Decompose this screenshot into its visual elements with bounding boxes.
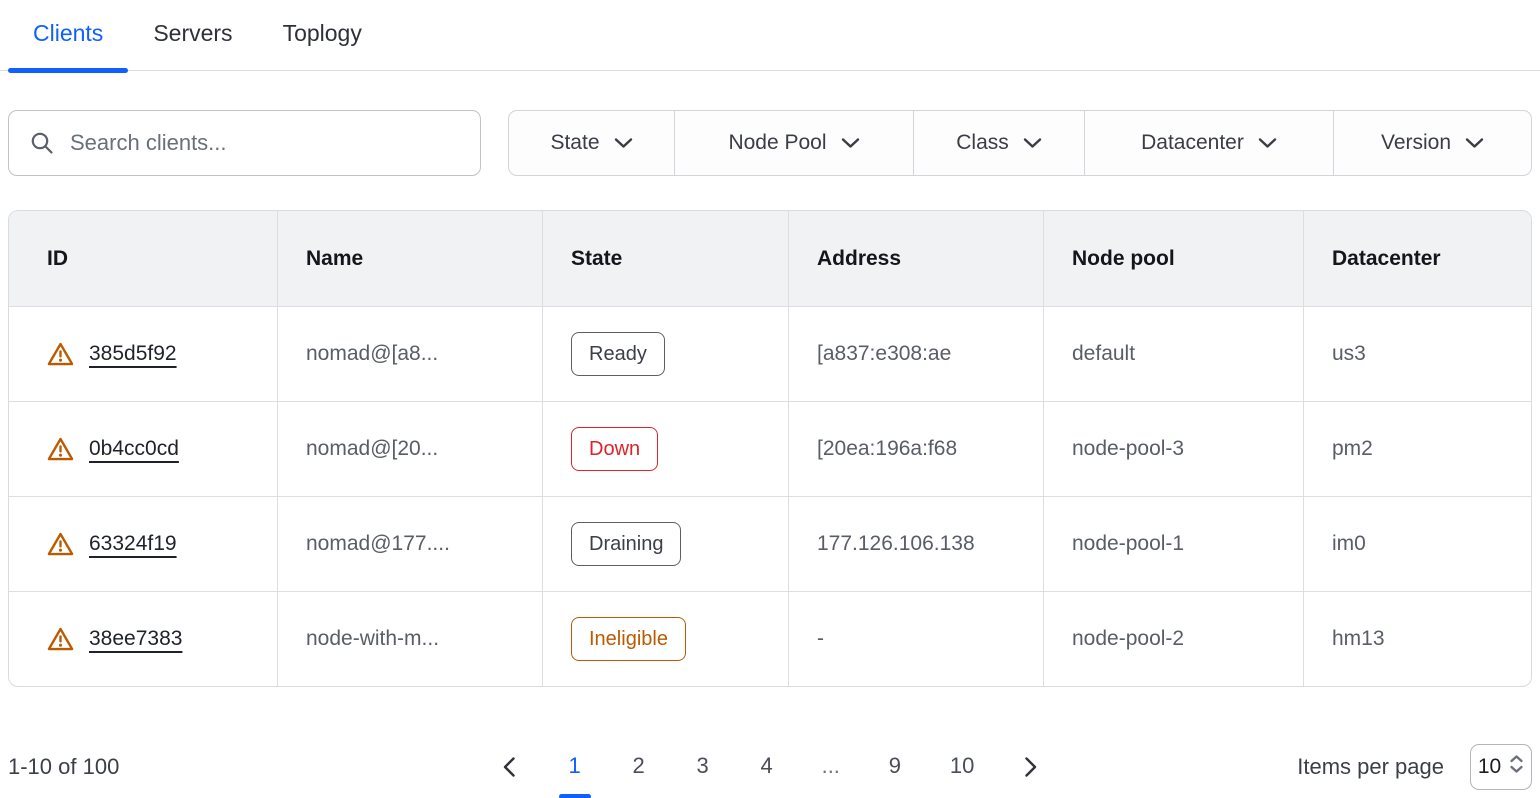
state-badge: Ready [571,332,665,376]
items-per-page-value: 10 [1478,755,1501,779]
node-pool-cell: node-pool-2 [1044,592,1304,686]
warning-triangle-icon [47,341,74,367]
items-per-page-label: Items per page [1297,754,1444,780]
state-badge: Draining [571,522,681,566]
table-row[interactable]: 38ee7383 node-with-m... Ineligible - nod… [9,591,1531,686]
column-header-datacenter[interactable]: Datacenter [1304,211,1531,306]
id-cell: 0b4cc0cd [9,402,278,496]
tab-servers[interactable]: Servers [128,0,257,70]
page-button-9[interactable]: 9 [886,753,904,781]
client-id-link[interactable]: 0b4cc0cd [89,437,179,461]
items-per-page-select[interactable]: 10 [1470,744,1532,790]
tab-bar: Clients Servers Toplogy [0,0,1540,71]
filter-version-label: Version [1381,131,1451,155]
clients-table: ID Name State Address Node pool Datacent… [8,210,1532,687]
client-id-link[interactable]: 385d5f92 [89,342,177,366]
chevron-down-icon [614,131,633,155]
page-button-10[interactable]: 10 [950,753,974,781]
state-cell: Down [543,402,789,496]
name-cell: nomad@[20... [278,402,543,496]
column-header-node-pool[interactable]: Node pool [1044,211,1304,306]
node-pool-cell: node-pool-3 [1044,402,1304,496]
warning-triangle-icon [47,531,74,557]
tab-topology[interactable]: Toplogy [258,0,387,70]
datacenter-cell: us3 [1304,307,1531,401]
datacenter-cell: pm2 [1304,402,1531,496]
page-button-4[interactable]: 4 [758,753,776,781]
table-row[interactable]: 385d5f92 nomad@[a8... Ready [a837:e308:a… [9,306,1531,401]
datacenter-cell: hm13 [1304,592,1531,686]
state-cell: Ready [543,307,789,401]
column-header-address[interactable]: Address [789,211,1044,306]
search-box[interactable] [8,110,481,176]
id-cell: 63324f19 [9,497,278,591]
chevron-down-icon [1258,131,1277,155]
table-row[interactable]: 0b4cc0cd nomad@[20... Down [20ea:196a:f6… [9,401,1531,496]
filter-group: State Node Pool Class Datacenter [508,110,1532,176]
toolbar: State Node Pool Class Datacenter [8,110,1532,176]
name-cell: nomad@[a8... [278,307,543,401]
client-id-link[interactable]: 38ee7383 [89,627,182,651]
table-header-row: ID Name State Address Node pool Datacent… [9,211,1531,306]
column-header-id[interactable]: ID [9,211,278,306]
filter-datacenter-dropdown[interactable]: Datacenter [1085,111,1334,175]
filter-node-pool-label: Node Pool [728,131,826,155]
state-cell: Ineligible [543,592,789,686]
filter-version-dropdown[interactable]: Version [1334,111,1531,175]
warning-triangle-icon [47,626,74,652]
column-header-name[interactable]: Name [278,211,543,306]
pagination-range-label: 1-10 of 100 [8,754,498,780]
warning-triangle-icon [47,436,74,462]
name-cell: node-with-m... [278,592,543,686]
page-button-2[interactable]: 2 [630,753,648,781]
pagination-controls: 1 2 3 4 ... 9 10 [498,752,1043,782]
previous-page-button[interactable] [498,752,520,782]
filter-state-dropdown[interactable]: State [509,111,675,175]
items-per-page: Items per page 10 [1042,744,1532,790]
address-cell: [20ea:196a:f68 [789,402,1044,496]
client-id-link[interactable]: 63324f19 [89,532,177,556]
chevron-down-icon [1465,131,1484,155]
page-button-3[interactable]: 3 [694,753,712,781]
filter-node-pool-dropdown[interactable]: Node Pool [675,111,914,175]
chevron-down-icon [841,131,860,155]
pagination-bar: 1-10 of 100 1 2 3 4 ... 9 10 Items per p… [8,736,1532,798]
address-cell: - [789,592,1044,686]
state-badge: Down [571,427,658,471]
filter-datacenter-label: Datacenter [1141,131,1244,155]
datacenter-cell: im0 [1304,497,1531,591]
chevron-down-icon [1023,131,1042,155]
clients-page: Clients Servers Toplogy State Node Pool [0,0,1540,798]
filter-class-dropdown[interactable]: Class [914,111,1085,175]
filter-class-label: Class [956,131,1009,155]
next-page-button[interactable] [1020,752,1042,782]
state-badge: Ineligible [571,617,686,661]
column-header-state[interactable]: State [543,211,789,306]
id-cell: 38ee7383 [9,592,278,686]
id-cell: 385d5f92 [9,307,278,401]
name-cell: nomad@177.... [278,497,543,591]
tab-clients[interactable]: Clients [8,0,128,70]
address-cell: 177.126.106.138 [789,497,1044,591]
stepper-icon [1509,754,1524,780]
search-icon [29,130,55,156]
page-button-1[interactable]: 1 [566,753,584,781]
search-input[interactable] [70,130,460,156]
address-cell: [a837:e308:ae [789,307,1044,401]
table-row[interactable]: 63324f19 nomad@177.... Draining 177.126.… [9,496,1531,591]
filter-state-label: State [550,131,599,155]
node-pool-cell: default [1044,307,1304,401]
state-cell: Draining [543,497,789,591]
node-pool-cell: node-pool-1 [1044,497,1304,591]
page-ellipsis: ... [822,753,840,781]
